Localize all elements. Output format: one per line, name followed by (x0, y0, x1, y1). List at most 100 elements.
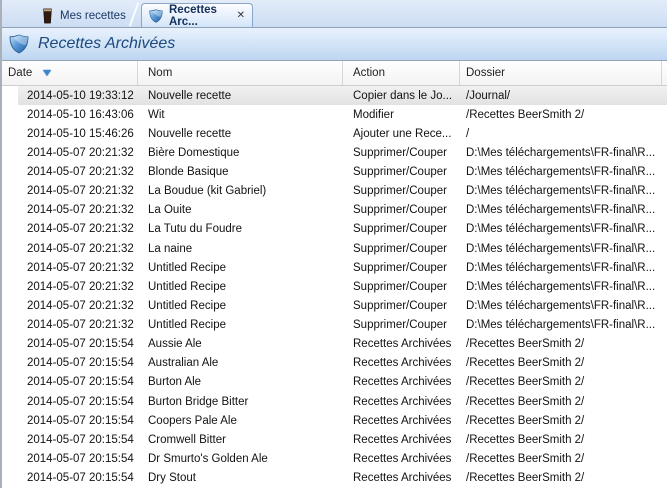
tab-close-icon[interactable]: ✕ (237, 11, 245, 21)
cell-nom: Dr Smurto's Golden Ale (138, 453, 343, 465)
tab-label: Mes recettes (60, 10, 126, 22)
table-row[interactable]: 2014-05-07 20:15:54 Australian Ale Recet… (0, 354, 667, 373)
cell-nom: Aussie Ale (138, 338, 343, 350)
cell-dossier: D:\Mes téléchargements\FR-final\R... (460, 147, 667, 159)
cell-dossier: /Recettes BeerSmith 2/ (460, 472, 667, 484)
cell-date: 2014-05-07 20:15:54 (0, 434, 138, 446)
cell-date: 2014-05-07 20:15:54 (0, 357, 138, 369)
table-row[interactable]: 2014-05-10 19:33:12 Nouvelle recette Cop… (0, 86, 667, 105)
table-row[interactable]: 2014-05-07 20:15:54 Burton Bridge Bitter… (0, 392, 667, 411)
cell-action: Recettes Archivées (343, 357, 460, 369)
tab-mes-recettes[interactable]: Mes recettes (34, 4, 134, 27)
cell-nom: La Tutu du Foudre (138, 223, 343, 235)
table-row[interactable]: 2014-05-07 20:21:32 Untitled Recipe Supp… (0, 277, 667, 296)
cell-action: Modifier (343, 109, 460, 121)
cell-nom: Blonde Basique (138, 166, 343, 178)
cell-date: 2014-05-07 20:21:32 (0, 147, 138, 159)
cell-nom: La Boudue (kit Gabriel) (138, 185, 343, 197)
table-row[interactable]: 2014-05-07 20:21:32 Blonde Basique Suppr… (0, 163, 667, 182)
cell-dossier: /Journal/ (460, 90, 667, 102)
cell-dossier: /Recettes BeerSmith 2/ (460, 453, 667, 465)
table-row[interactable]: 2014-05-07 20:21:32 Untitled Recipe Supp… (0, 316, 667, 335)
cell-action: Recettes Archivées (343, 338, 460, 350)
table-row[interactable]: 2014-05-07 20:15:54 Aussie Ale Recettes … (0, 335, 667, 354)
cell-nom: Untitled Recipe (138, 281, 343, 293)
cell-date: 2014-05-07 20:21:32 (0, 223, 138, 235)
cell-action: Supprimer/Couper (343, 166, 460, 178)
cell-nom: Australian Ale (138, 357, 343, 369)
cell-date: 2014-05-07 20:21:32 (0, 281, 138, 293)
cell-nom: Cromwell Bitter (138, 434, 343, 446)
table-row[interactable]: 2014-05-10 16:43:06 Wit Modifier /Recett… (0, 105, 667, 124)
table-row[interactable]: 2014-05-07 20:15:54 Coopers Pale Ale Rec… (0, 411, 667, 430)
table-row[interactable]: 2014-05-07 20:21:32 La Boudue (kit Gabri… (0, 182, 667, 201)
column-header-filler (662, 61, 667, 85)
cell-dossier: /Recettes BeerSmith 2/ (460, 376, 667, 388)
table-row[interactable]: 2014-05-07 20:15:54 Dr Smurto's Golden A… (0, 449, 667, 468)
beersmith-window: Mes recettes Recettes Arc... ✕ Recettes … (0, 0, 667, 488)
cell-action: Supprimer/Couper (343, 243, 460, 255)
cell-action: Recettes Archivées (343, 376, 460, 388)
table-row[interactable]: 2014-05-07 20:21:32 La Ouite Supprimer/C… (0, 201, 667, 220)
cell-nom: Untitled Recipe (138, 300, 343, 312)
cell-date: 2014-05-07 20:15:54 (0, 453, 138, 465)
column-label: Dossier (466, 67, 505, 79)
table-row[interactable]: 2014-05-07 20:15:54 Cromwell Bitter Rece… (0, 430, 667, 449)
cell-nom: Nouvelle recette (138, 90, 343, 102)
cell-dossier: D:\Mes téléchargements\FR-final\R... (460, 243, 667, 255)
shield-icon (9, 34, 29, 54)
cell-date: 2014-05-07 20:21:32 (0, 300, 138, 312)
cell-date: 2014-05-07 20:15:54 (0, 338, 138, 350)
cell-nom: Bière Domestique (138, 147, 343, 159)
column-header-date[interactable]: Date (0, 61, 138, 85)
table-row[interactable]: 2014-05-07 20:21:32 Untitled Recipe Supp… (0, 296, 667, 315)
cell-date: 2014-05-07 20:21:32 (0, 185, 138, 197)
cell-action: Recettes Archivées (343, 472, 460, 484)
table-row[interactable]: 2014-05-07 20:21:32 Untitled Recipe Supp… (0, 258, 667, 277)
cell-action: Supprimer/Couper (343, 262, 460, 274)
document-tab-bar: Mes recettes Recettes Arc... ✕ (0, 0, 667, 28)
sort-desc-icon (43, 70, 51, 76)
cell-action: Supprimer/Couper (343, 223, 460, 235)
cell-action: Recettes Archivées (343, 453, 460, 465)
cell-action: Supprimer/Couper (343, 204, 460, 216)
cell-action: Supprimer/Couper (343, 185, 460, 197)
cell-date: 2014-05-07 20:15:54 (0, 396, 138, 408)
beer-glass-icon (42, 8, 53, 24)
shield-icon (149, 9, 163, 23)
cell-dossier: /Recettes BeerSmith 2/ (460, 109, 667, 121)
cell-action: Supprimer/Couper (343, 300, 460, 312)
cell-dossier: D:\Mes téléchargements\FR-final\R... (460, 300, 667, 312)
column-header-dossier[interactable]: Dossier (460, 61, 662, 85)
cell-action: Ajouter une Rece... (343, 128, 460, 140)
cell-nom: Untitled Recipe (138, 262, 343, 274)
cell-date: 2014-05-07 20:21:32 (0, 243, 138, 255)
cell-action: Recettes Archivées (343, 396, 460, 408)
cell-date: 2014-05-07 20:21:32 (0, 262, 138, 274)
table-row[interactable]: 2014-05-07 20:15:54 Burton Ale Recettes … (0, 373, 667, 392)
cell-dossier: /Recettes BeerSmith 2/ (460, 396, 667, 408)
column-header-action[interactable]: Action (343, 61, 460, 85)
cell-nom: Nouvelle recette (138, 128, 343, 140)
cell-date: 2014-05-07 20:21:32 (0, 166, 138, 178)
cell-action: Supprimer/Couper (343, 147, 460, 159)
cell-action: Recettes Archivées (343, 415, 460, 427)
column-label: Date (8, 67, 32, 79)
cell-action: Recettes Archivées (343, 434, 460, 446)
table-row[interactable]: 2014-05-07 20:21:32 La Tutu du Foudre Su… (0, 220, 667, 239)
table-row[interactable]: 2014-05-07 20:21:32 La naine Supprimer/C… (0, 239, 667, 258)
cell-nom: Dry Stout (138, 472, 343, 484)
table-row[interactable]: 2014-05-07 20:21:32 Bière Domestique Sup… (0, 143, 667, 162)
column-header-nom[interactable]: Nom (138, 61, 343, 85)
tab-recettes-archivees[interactable]: Recettes Arc... ✕ (141, 3, 253, 27)
cell-action: Supprimer/Couper (343, 281, 460, 293)
cell-nom: La naine (138, 243, 343, 255)
cell-date: 2014-05-07 20:21:32 (0, 204, 138, 216)
cell-nom: Burton Bridge Bitter (138, 396, 343, 408)
view-title-bar: Recettes Archivées (0, 28, 667, 61)
table-row[interactable]: 2014-05-10 15:46:26 Nouvelle recette Ajo… (0, 124, 667, 143)
tab-label: Recettes Arc... (169, 4, 231, 28)
table-row[interactable]: 2014-05-07 20:15:54 Dry Stout Recettes A… (0, 469, 667, 488)
column-label: Nom (148, 67, 172, 79)
cell-nom: Wit (138, 109, 343, 121)
